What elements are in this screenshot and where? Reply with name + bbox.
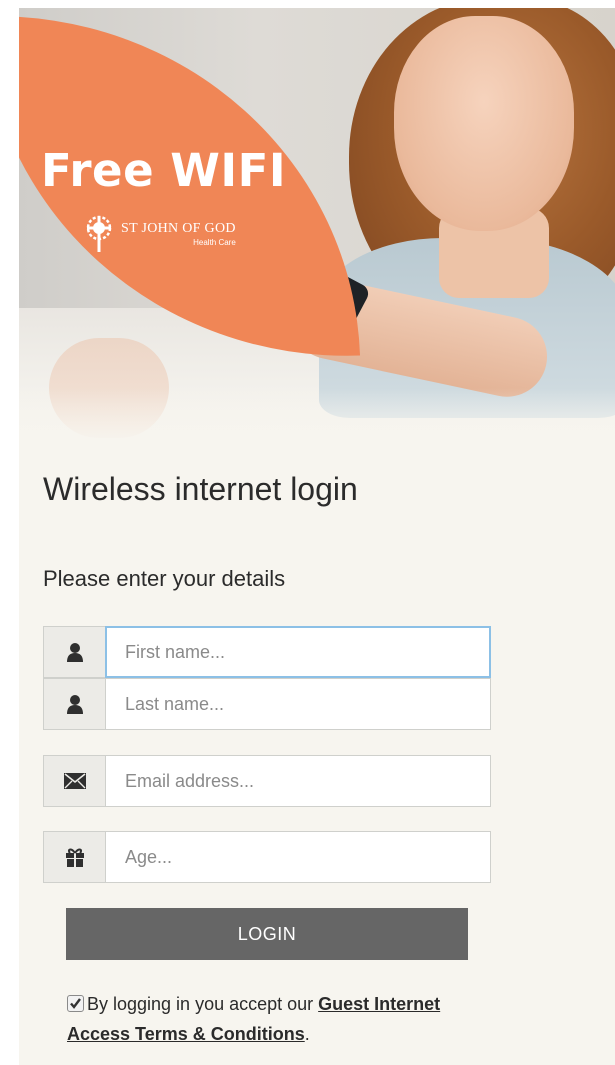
email-field — [43, 755, 491, 807]
logo-name: ST JOHN OF GOD — [121, 221, 236, 236]
cross-emblem-icon — [81, 214, 117, 254]
terms-prefix-text: By logging in you accept our — [87, 994, 319, 1014]
hero-banner: Free WIFI ST JOHN OF GOD Health Care — [19, 8, 615, 445]
hero-photo-face — [394, 16, 574, 231]
last-name-field — [43, 678, 491, 730]
hero-fade — [19, 388, 615, 445]
terms-consent: By logging in you accept our Guest Inter… — [67, 989, 487, 1049]
logo-text: ST JOHN OF GOD Health Care — [121, 221, 236, 247]
user-icon — [43, 678, 105, 730]
age-field — [43, 831, 491, 883]
terms-suffix-text: . — [304, 1024, 310, 1044]
st-john-of-god-logo: ST JOHN OF GOD Health Care — [81, 214, 236, 254]
free-wifi-headline: Free WIFI — [41, 144, 287, 197]
first-name-field — [43, 626, 491, 678]
age-input[interactable] — [105, 831, 491, 883]
page-title: Wireless internet login — [43, 471, 358, 507]
gift-icon — [43, 831, 105, 883]
user-icon — [43, 626, 105, 678]
wifi-login-page: Free WIFI ST JOHN OF GOD Health Care Wir… — [19, 8, 615, 1065]
login-button[interactable]: LOGIN — [66, 908, 468, 960]
logo-subtitle: Health Care — [193, 238, 236, 247]
envelope-icon — [43, 755, 105, 807]
last-name-input[interactable] — [105, 678, 491, 730]
form-subtitle: Please enter your details — [43, 566, 286, 591]
checkmark-icon — [70, 998, 81, 1009]
email-input[interactable] — [105, 755, 491, 807]
first-name-input[interactable] — [105, 626, 491, 678]
terms-checkbox[interactable] — [67, 995, 84, 1012]
